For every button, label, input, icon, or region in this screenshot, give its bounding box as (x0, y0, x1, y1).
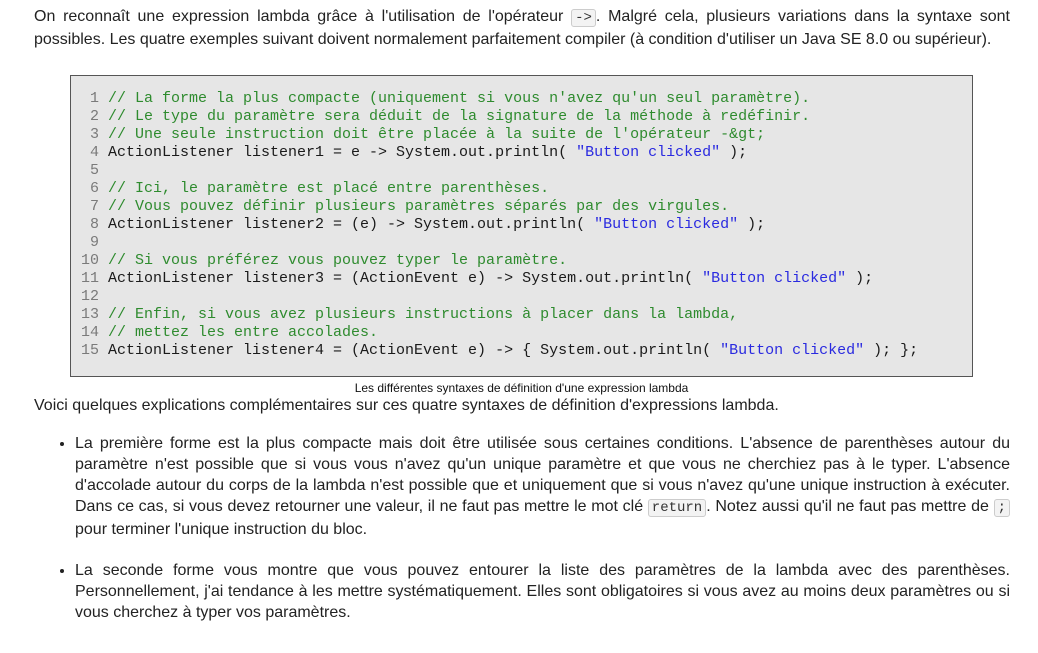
line-number: 3 (89, 126, 99, 143)
code-string: "Button clicked" (720, 342, 865, 359)
code-block: 1 // La forme la plus compacte (uniquemen… (70, 75, 973, 377)
list-item-second-form: La seconde forme vous montre que vous po… (75, 560, 1010, 623)
code-comment: // Vous pouvez définir plusieurs paramèt… (108, 198, 730, 215)
code-string: "Button clicked" (576, 144, 721, 161)
line-number: 5 (89, 162, 99, 179)
code-line: 3 // Une seule instruction doit être plac… (71, 126, 972, 144)
article-content: On reconnaît une expression lambda grâce… (0, 0, 1038, 623)
code-text: ActionListener listener3 = (ActionEvent … (108, 270, 873, 288)
code-text: // mettez les entre accolades. (108, 324, 378, 342)
return-keyword-code: return (647, 499, 707, 517)
code-line: 10 // Si vous préférez vous pouvez typer … (71, 252, 972, 270)
code-line: 14 // mettez les entre accolades. (71, 324, 972, 342)
line-number: 11 (80, 270, 99, 287)
line-number: 7 (89, 198, 99, 215)
code-text: ActionListener listener4 = (ActionEvent … (108, 342, 918, 360)
intro-text-1: On reconnaît une expression lambda grâce… (34, 8, 572, 25)
code-comment: // Enfin, si vous avez plusieurs instruc… (108, 306, 739, 323)
code-string: "Button clicked" (594, 216, 739, 233)
code-token: ); (738, 216, 766, 233)
code-comment: // Ici, le paramètre est placé entre par… (108, 180, 550, 197)
arrow-operator-code: -> (571, 9, 596, 27)
line-number: 6 (89, 180, 99, 197)
code-text: // Ici, le paramètre est placé entre par… (108, 180, 549, 198)
code-token: ); (846, 270, 874, 287)
code-text: // Vous pouvez définir plusieurs paramèt… (108, 198, 729, 216)
code-token: ActionListener listener1 = e -> System.o… (108, 144, 577, 161)
code-comment: // Le type du paramètre sera déduit de l… (108, 108, 811, 125)
code-line: 12 (71, 288, 972, 306)
code-comment: // Si vous préférez vous pouvez typer le… (108, 252, 568, 269)
code-line: 13 // Enfin, si vous avez plusieurs instr… (71, 306, 972, 324)
code-token: ActionListener listener4 = (ActionEvent … (108, 342, 721, 359)
b1-text-2: . Notez aussi qu'il ne faut pas mettre d… (706, 498, 994, 515)
code-line: 2 // Le type du paramètre sera déduit de … (71, 108, 972, 126)
line-number: 2 (89, 108, 99, 125)
line-number: 12 (80, 288, 99, 305)
code-line: 8 ActionListener listener2 = (e) -> Syste… (71, 216, 972, 234)
code-text: // Enfin, si vous avez plusieurs instruc… (108, 306, 738, 324)
line-number: 15 (80, 342, 99, 359)
code-comment: // La forme la plus compacte (uniquement… (108, 90, 811, 107)
line-number: 8 (89, 216, 99, 233)
code-text: // La forme la plus compacte (uniquement… (108, 90, 810, 108)
code-text: ActionListener listener2 = (e) -> System… (108, 216, 765, 234)
line-number: 10 (80, 252, 99, 269)
syntax-explanation-list: La première forme est la plus compacte m… (34, 433, 1010, 623)
line-number: 4 (89, 144, 99, 161)
code-text: // Si vous préférez vous pouvez typer le… (108, 252, 567, 270)
code-text: ActionListener listener1 = e -> System.o… (108, 144, 747, 162)
code-token: ); (720, 144, 748, 161)
code-line: 9 (71, 234, 972, 252)
explanation-paragraph: Voici quelques explications complémentai… (34, 397, 779, 414)
code-text: // Le type du paramètre sera déduit de l… (108, 108, 810, 126)
code-line: 1 // La forme la plus compacte (uniquemen… (71, 90, 972, 108)
code-line: 6 // Ici, le paramètre est placé entre pa… (71, 180, 972, 198)
code-caption: Les différentes syntaxes de définition d… (354, 381, 689, 395)
code-line: 11 ActionListener listener3 = (ActionEven… (71, 270, 972, 288)
list-item-first-form: La première forme est la plus compacte m… (75, 433, 1010, 540)
code-string: "Button clicked" (702, 270, 847, 287)
code-line: 7 // Vous pouvez définir plusieurs paramè… (71, 198, 972, 216)
code-line: 4 ActionListener listener1 = e -> System.… (71, 144, 972, 162)
code-comment: // mettez les entre accolades. (108, 324, 379, 341)
code-line: 15 ActionListener listener4 = (ActionEven… (71, 342, 972, 360)
code-line: 5 (71, 162, 972, 180)
line-number: 1 (89, 90, 99, 107)
b1-text-3: pour terminer l'unique instruction du bl… (75, 521, 368, 538)
line-number: 9 (89, 234, 99, 251)
intro-paragraph: On reconnaît une expression lambda grâce… (34, 6, 1010, 50)
code-token: ActionListener listener2 = (e) -> System… (108, 216, 595, 233)
code-token: ActionListener listener3 = (ActionEvent … (108, 270, 703, 287)
code-token: ); }; (864, 342, 919, 359)
line-number: 13 (80, 306, 99, 323)
code-comment: // Une seule instruction doit être placé… (108, 126, 766, 143)
line-number: 14 (80, 324, 99, 341)
code-text: // Une seule instruction doit être placé… (108, 126, 765, 144)
semicolon-code: ; (993, 499, 1010, 517)
